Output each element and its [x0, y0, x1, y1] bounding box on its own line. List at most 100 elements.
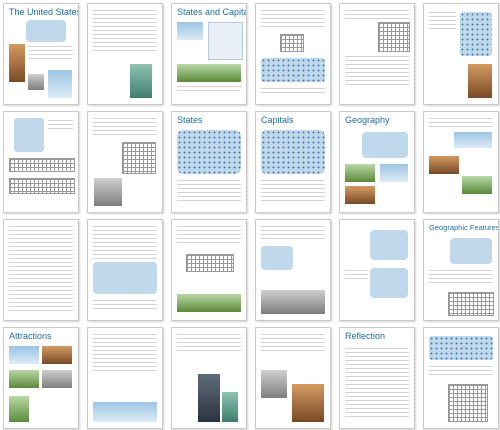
text-lines: [48, 120, 73, 132]
page-thumbnail-12[interactable]: [423, 111, 499, 213]
page-thumbnail-5[interactable]: [339, 3, 415, 105]
landmark-photo: [48, 70, 72, 98]
us-map-image: [370, 230, 408, 260]
page-thumbnail-9[interactable]: States: [171, 111, 247, 213]
monument-photo: [94, 178, 122, 206]
state-shapes: [261, 58, 325, 82]
attraction-photo: [9, 346, 39, 364]
space-needle-photo: [198, 374, 220, 422]
text-lines: [261, 334, 325, 354]
page-title: Capitals: [261, 115, 294, 125]
page-thumbnail-21[interactable]: [171, 327, 247, 429]
page-thumbnail-6[interactable]: [423, 3, 499, 105]
text-lines: [429, 12, 456, 32]
text-lines: [93, 334, 157, 374]
text-lines: [429, 118, 493, 130]
page-title: Geography: [345, 115, 390, 125]
text-lines: [177, 86, 241, 94]
text-lines: [261, 88, 325, 96]
landscape-photo: [345, 186, 375, 204]
page-thumbnail-20[interactable]: [87, 327, 163, 429]
us-map-image: [26, 20, 66, 42]
page-title: Attractions: [9, 331, 52, 341]
page-thumbnail-3[interactable]: States and Capitals: [171, 3, 247, 105]
text-lines: [177, 226, 241, 246]
statue-photo: [222, 392, 238, 422]
state-shapes: [460, 12, 492, 56]
us-map-image: [370, 268, 408, 298]
text-lines: [9, 226, 73, 314]
page-title: Geographic Features: [429, 223, 499, 232]
text-lines: [429, 366, 493, 378]
crossword-grid: [122, 142, 156, 174]
landscape-photo: [177, 64, 241, 82]
page-thumbnail-2[interactable]: [87, 3, 163, 105]
landscape-photo: [462, 176, 492, 194]
us-capitals-map: [261, 130, 325, 174]
text-lines: [345, 56, 409, 88]
page-thumbnail-4[interactable]: [255, 3, 331, 105]
attraction-photo: [42, 346, 72, 364]
terrain-map: [362, 132, 408, 158]
answer-grid: [9, 158, 75, 172]
text-lines: [28, 46, 73, 62]
page-thumbnail-7[interactable]: [3, 111, 79, 213]
us-map-image: [450, 238, 492, 264]
page-thumbnail-22[interactable]: [255, 327, 331, 429]
page-thumbnail-19[interactable]: Attractions: [3, 327, 79, 429]
page-thumbnail-24[interactable]: [423, 327, 499, 429]
page-thumbnail-23[interactable]: Reflection: [339, 327, 415, 429]
text-lines: [93, 118, 157, 138]
landscape-photo: [177, 294, 241, 312]
text-lines: [93, 10, 157, 54]
page-thumbnail-1[interactable]: The United States: [3, 3, 79, 105]
word-grid: [280, 34, 304, 52]
page-thumbnail-11[interactable]: Geography: [339, 111, 415, 213]
text-lines: [93, 300, 157, 312]
page-thumbnail-8[interactable]: [87, 111, 163, 213]
us-map-image: [261, 246, 293, 270]
page-title: Reflection: [345, 331, 386, 341]
text-lines: [345, 10, 409, 22]
landscape-photo: [380, 164, 408, 182]
statue-of-liberty-photo: [130, 64, 152, 98]
text-lines: [429, 270, 493, 286]
city-photo: [28, 74, 44, 90]
page-title: States: [177, 115, 203, 125]
text-lines: [261, 226, 325, 242]
text-lines: [345, 270, 368, 282]
page-title: The United States: [9, 7, 79, 17]
text-lines: [261, 10, 325, 30]
page-thumbnail-10[interactable]: Capitals: [255, 111, 331, 213]
capitol-dome-photo: [292, 384, 324, 422]
word-search: [378, 22, 410, 52]
landscape-photo: [429, 156, 459, 174]
portrait-photo: [468, 64, 492, 98]
crossword-grid: [186, 254, 234, 272]
attraction-photo: [9, 370, 39, 388]
page-thumbnail-17[interactable]: [339, 219, 415, 321]
page-thumbnail-16[interactable]: [255, 219, 331, 321]
landscape-photo: [345, 164, 375, 182]
capitol-photo: [177, 22, 203, 40]
attraction-photo: [9, 396, 29, 422]
attraction-photo: [42, 370, 72, 388]
crossword-grid: [448, 384, 488, 422]
text-lines: [177, 334, 241, 354]
landscape-photo: [454, 132, 492, 148]
us-map-image: [14, 118, 44, 152]
landscape-photo: [93, 402, 157, 422]
capitals-table: [208, 22, 243, 60]
crossword-grid: [448, 292, 494, 316]
page-thumbnail-13[interactable]: [3, 219, 79, 321]
text-lines: [93, 226, 157, 262]
page-thumbnail-grid: The United States States and Capitals: [3, 3, 499, 429]
page-thumbnail-18[interactable]: Geographic Features: [423, 219, 499, 321]
page-title: States and Capitals: [177, 7, 246, 17]
answer-grid: [9, 178, 75, 194]
us-states-map: [177, 130, 241, 174]
page-thumbnail-14[interactable]: [87, 219, 163, 321]
text-lines: [261, 180, 325, 204]
building-photo: [261, 370, 287, 398]
page-thumbnail-15[interactable]: [171, 219, 247, 321]
